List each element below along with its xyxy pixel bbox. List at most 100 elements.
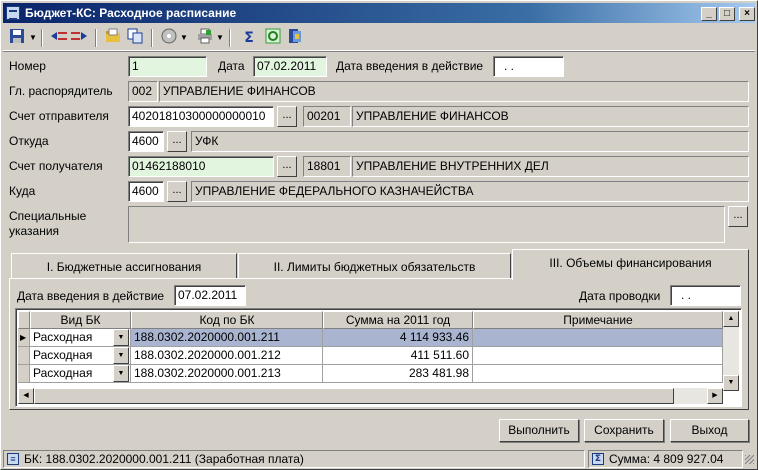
- scroll-left-icon[interactable]: ◀: [18, 388, 34, 404]
- toolbar-separator: [151, 29, 153, 47]
- print-icon[interactable]: [195, 28, 215, 48]
- title-bar: Бюджет-КС: Расходное расписание _ □ ×: [3, 3, 755, 23]
- posting-date-input[interactable]: . .: [670, 285, 741, 306]
- recipient-account-lookup-button[interactable]: ...: [277, 156, 297, 177]
- resize-grip-icon[interactable]: [745, 455, 754, 464]
- status-sum-text: Сумма: 4 809 927.04: [609, 452, 724, 466]
- toolbar-separator: [229, 29, 231, 47]
- toolbar-separator: [41, 29, 43, 47]
- grid-header-type[interactable]: Вид БК: [30, 311, 131, 329]
- from-name: УФК: [191, 131, 749, 152]
- print-dropdown-icon[interactable]: ▼: [215, 28, 225, 48]
- posting-date-label: Дата проводки: [579, 289, 661, 303]
- row-amount-cell[interactable]: 411 511.60: [323, 347, 473, 365]
- chevron-down-icon[interactable]: ▼: [113, 365, 129, 382]
- sender-account-input[interactable]: 40201810300000000010: [128, 106, 274, 127]
- date-label: Дата: [218, 59, 245, 73]
- tab-budget-allocations[interactable]: I. Бюджетные ассигнования: [11, 253, 237, 279]
- toolbar-separator: [95, 29, 97, 47]
- indent-out-icon[interactable]: [69, 28, 89, 48]
- table-row[interactable]: ▶ Расходная ▼ 188.0302.2020000.001.211 4…: [18, 329, 723, 347]
- row-indicator: [18, 365, 30, 383]
- special-label-1: Специальные: [9, 209, 87, 223]
- row-amount-cell[interactable]: 283 481.98: [323, 365, 473, 383]
- to-lookup-button[interactable]: ...: [167, 181, 187, 202]
- chevron-down-icon[interactable]: ▼: [113, 329, 129, 346]
- row-type-value: Расходная: [33, 348, 93, 362]
- maximize-button[interactable]: □: [719, 7, 735, 21]
- sender-account-lookup-button[interactable]: ...: [277, 106, 297, 127]
- special-instructions-field[interactable]: [128, 206, 725, 243]
- number-input[interactable]: 1: [128, 56, 207, 77]
- row-type-cell[interactable]: Расходная ▼: [30, 365, 131, 383]
- row-note-cell[interactable]: [473, 365, 723, 383]
- main-window: Бюджет-КС: Расходное расписание _ □ × ▼ …: [0, 0, 758, 470]
- row-code-cell[interactable]: 188.0302.2020000.001.211: [131, 329, 323, 347]
- grid-indicator-header: [18, 311, 30, 329]
- from-label: Откуда: [9, 134, 49, 148]
- grid-header-amount[interactable]: Сумма на 2011 год: [323, 311, 473, 329]
- row-note-cell[interactable]: [473, 347, 723, 365]
- table-row[interactable]: Расходная ▼ 188.0302.2020000.001.212 411…: [18, 347, 723, 365]
- financing-grid[interactable]: Вид БК Код по БК Сумма на 2011 год Приме…: [15, 308, 742, 407]
- row-code-cell[interactable]: 188.0302.2020000.001.213: [131, 365, 323, 383]
- recipient-account-label: Счет получателя: [9, 159, 103, 173]
- save-button[interactable]: Сохранить: [584, 419, 664, 442]
- row-code-cell[interactable]: 188.0302.2020000.001.212: [131, 347, 323, 365]
- scroll-thumb[interactable]: [34, 388, 674, 404]
- refresh-icon[interactable]: [263, 28, 283, 48]
- scroll-up-icon[interactable]: ▲: [723, 311, 739, 327]
- minimize-button[interactable]: _: [701, 7, 717, 21]
- recipient-code: 18801: [303, 156, 351, 177]
- special-label-2: указания: [9, 224, 60, 238]
- to-name: УПРАВЛЕНИЕ ФЕДЕРАЛЬНОГО КАЗНАЧЕЙСТВА: [191, 181, 749, 202]
- grid-horizontal-scrollbar[interactable]: ◀ ▶: [18, 388, 723, 404]
- disc-icon[interactable]: [159, 28, 179, 48]
- exit-button[interactable]: Выход: [670, 419, 749, 442]
- scroll-right-icon[interactable]: ▶: [707, 388, 723, 404]
- status-sum-panel: Σ Сумма: 4 809 927.04: [588, 450, 743, 468]
- from-code-input[interactable]: 4600: [128, 131, 164, 152]
- disc-dropdown-icon[interactable]: ▼: [179, 28, 189, 48]
- tab-strip: I. Бюджетные ассигнования II. Лимиты бюд…: [9, 249, 749, 280]
- open-folder-icon[interactable]: [103, 28, 123, 48]
- chevron-down-icon[interactable]: ▼: [113, 347, 129, 364]
- chief-manager-name: УПРАВЛЕНИЕ ФИНАНСОВ: [159, 81, 749, 102]
- status-bar: ≡ БК: 188.0302.2020000.001.211 (Заработн…: [3, 449, 755, 469]
- effective-date-input[interactable]: . .: [493, 56, 564, 77]
- recipient-account-input[interactable]: 01462188010: [128, 156, 274, 177]
- row-amount-cell[interactable]: 4 114 933.46: [323, 329, 473, 347]
- row-type-cell[interactable]: Расходная ▼: [30, 329, 131, 347]
- sender-name: УПРАВЛЕНИЕ ФИНАНСОВ: [352, 106, 749, 127]
- chief-manager-label: Гл. распорядитель: [9, 84, 113, 98]
- to-code-input[interactable]: 4600: [128, 181, 164, 202]
- row-note-cell[interactable]: [473, 329, 723, 347]
- indent-in-icon[interactable]: [49, 28, 69, 48]
- tab-budget-limits[interactable]: II. Лимиты бюджетных обязательств: [238, 253, 511, 279]
- export-icon[interactable]: [285, 28, 305, 48]
- scroll-down-icon[interactable]: ▼: [723, 375, 739, 391]
- copy-icon[interactable]: [125, 28, 145, 48]
- status-bk-text: БК: 188.0302.2020000.001.211 (Заработная…: [24, 452, 304, 466]
- panel-effective-date-input[interactable]: 07.02.2011: [174, 285, 246, 306]
- app-icon: [6, 6, 20, 20]
- special-instructions-button[interactable]: ...: [728, 206, 748, 227]
- grid-header-code[interactable]: Код по БК: [131, 311, 323, 329]
- execute-button[interactable]: Выполнить: [499, 419, 579, 442]
- save-dropdown-icon[interactable]: ▼: [28, 28, 38, 48]
- save-icon[interactable]: [7, 28, 27, 48]
- row-type-cell[interactable]: Расходная ▼: [30, 347, 131, 365]
- sender-account-label: Счет отправителя: [9, 109, 109, 123]
- grid-vertical-scrollbar[interactable]: ▲ ▼: [723, 311, 739, 391]
- from-lookup-button[interactable]: ...: [167, 131, 187, 152]
- toolbar: ▼ ▼ ▼ Σ: [3, 25, 755, 51]
- sum-icon[interactable]: Σ: [239, 28, 259, 48]
- date-input[interactable]: 07.02.2011: [253, 56, 327, 77]
- close-button[interactable]: ×: [739, 7, 755, 21]
- sum-status-icon: Σ: [592, 453, 604, 465]
- sender-code: 00201: [303, 106, 351, 127]
- table-row[interactable]: Расходная ▼ 188.0302.2020000.001.213 283…: [18, 365, 723, 383]
- grid-header-note[interactable]: Примечание: [473, 311, 723, 329]
- tab-financing-volumes[interactable]: III. Объемы финансирования: [512, 249, 749, 280]
- recipient-name: УПРАВЛЕНИЕ ВНУТРЕННИХ ДЕЛ: [352, 156, 749, 177]
